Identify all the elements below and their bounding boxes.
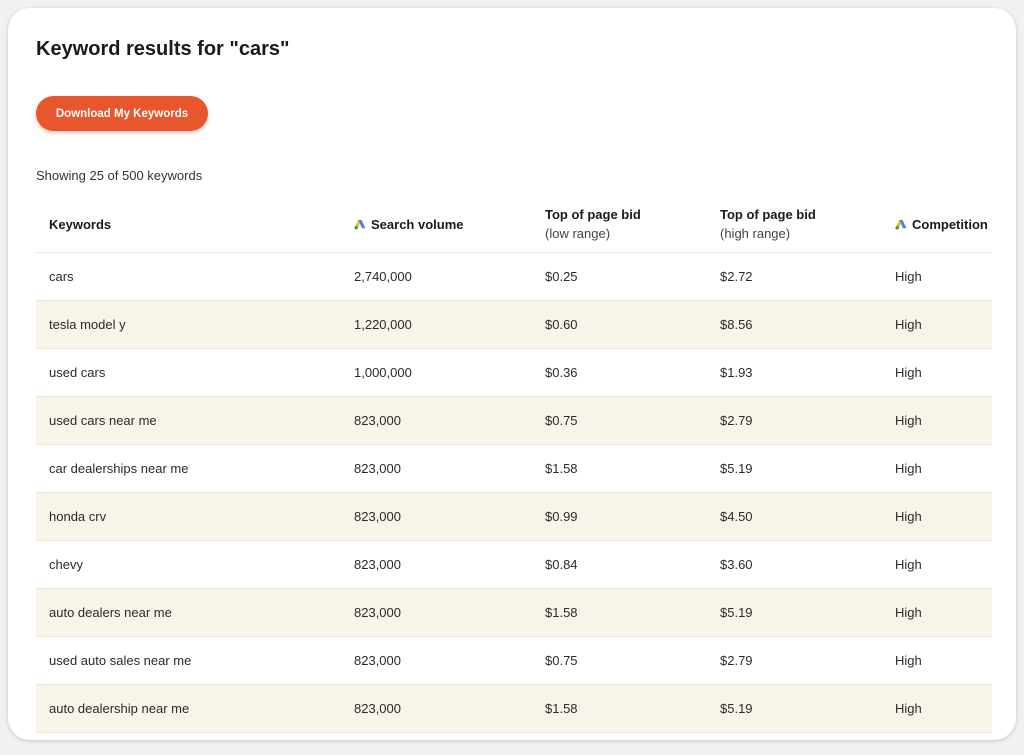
competition-cell: High <box>882 588 992 637</box>
low-bid-cell: $0.75 <box>532 396 707 445</box>
keyword-cell: auto dealers near me <box>36 588 341 637</box>
competition-cell: High <box>882 684 992 733</box>
keyword-results-table: Keywords Search volume Top of page bid (… <box>36 196 992 733</box>
download-keywords-button[interactable]: Download My Keywords <box>36 96 208 131</box>
keyword-cell: chevy <box>36 540 341 589</box>
low-bid-cell: $1.58 <box>532 684 707 733</box>
high-bid-cell: $3.60 <box>707 540 882 589</box>
table-row: cars 2,740,000 $0.25 $2.72 High <box>36 252 992 301</box>
header-low-bid-sub: (low range) <box>545 226 611 241</box>
results-count: Showing 25 of 500 keywords <box>36 168 203 183</box>
competition-cell: High <box>882 396 992 445</box>
high-bid-cell: $2.79 <box>707 636 882 685</box>
search-volume-cell: 823,000 <box>341 684 532 733</box>
header-high-bid[interactable]: Top of page bid (high range) <box>707 196 882 253</box>
header-competition[interactable]: Competition <box>882 196 992 253</box>
header-search-volume-label: Search volume <box>371 216 464 232</box>
table-row: auto dealership near me 823,000 $1.58 $5… <box>36 684 992 733</box>
low-bid-cell: $1.58 <box>532 444 707 493</box>
google-ads-icon <box>354 219 366 229</box>
header-keywords-label: Keywords <box>49 216 112 232</box>
high-bid-cell: $4.50 <box>707 492 882 541</box>
search-volume-cell: 823,000 <box>341 540 532 589</box>
header-keywords[interactable]: Keywords <box>36 196 341 253</box>
header-high-bid-title: Top of page bid <box>720 207 816 222</box>
table-row: used cars 1,000,000 $0.36 $1.93 High <box>36 348 992 397</box>
competition-cell: High <box>882 348 992 397</box>
table-row: honda crv 823,000 $0.99 $4.50 High <box>36 492 992 541</box>
low-bid-cell: $0.99 <box>532 492 707 541</box>
low-bid-cell: $0.75 <box>532 636 707 685</box>
competition-cell: High <box>882 636 992 685</box>
search-volume-cell: 823,000 <box>341 636 532 685</box>
competition-cell: High <box>882 252 992 301</box>
high-bid-cell: $2.72 <box>707 252 882 301</box>
table-header-row: Keywords Search volume Top of page bid (… <box>36 196 992 253</box>
keyword-cell: auto dealership near me <box>36 684 341 733</box>
search-volume-cell: 2,740,000 <box>341 252 532 301</box>
header-low-bid-title: Top of page bid <box>545 207 641 222</box>
keyword-results-card: Keyword results for "cars" Download My K… <box>8 8 1016 740</box>
high-bid-cell: $8.56 <box>707 300 882 349</box>
search-volume-cell: 823,000 <box>341 492 532 541</box>
keyword-cell: car dealerships near me <box>36 444 341 493</box>
high-bid-cell: $2.79 <box>707 396 882 445</box>
high-bid-cell: $5.19 <box>707 444 882 493</box>
table-row: auto dealers near me 823,000 $1.58 $5.19… <box>36 588 992 637</box>
table-row: car dealerships near me 823,000 $1.58 $5… <box>36 444 992 493</box>
low-bid-cell: $1.58 <box>532 588 707 637</box>
search-volume-cell: 823,000 <box>341 396 532 445</box>
high-bid-cell: $5.19 <box>707 684 882 733</box>
header-competition-label: Competition <box>912 216 988 232</box>
header-high-bid-sub: (high range) <box>720 226 791 241</box>
header-low-bid[interactable]: Top of page bid (low range) <box>532 196 707 253</box>
competition-cell: High <box>882 300 992 349</box>
keyword-cell: tesla model y <box>36 300 341 349</box>
keyword-cell: used cars <box>36 348 341 397</box>
table-row: used auto sales near me 823,000 $0.75 $2… <box>36 636 992 685</box>
search-volume-cell: 823,000 <box>341 444 532 493</box>
low-bid-cell: $0.36 <box>532 348 707 397</box>
header-search-volume[interactable]: Search volume <box>341 196 532 253</box>
high-bid-cell: $1.93 <box>707 348 882 397</box>
keyword-cell: used cars near me <box>36 396 341 445</box>
keyword-cell: cars <box>36 252 341 301</box>
competition-cell: High <box>882 444 992 493</box>
search-volume-cell: 1,220,000 <box>341 300 532 349</box>
google-ads-icon <box>895 219 907 229</box>
low-bid-cell: $0.25 <box>532 252 707 301</box>
search-volume-cell: 823,000 <box>341 588 532 637</box>
page-title: Keyword results for "cars" <box>36 38 290 60</box>
keyword-cell: honda crv <box>36 492 341 541</box>
competition-cell: High <box>882 492 992 541</box>
search-volume-cell: 1,000,000 <box>341 348 532 397</box>
low-bid-cell: $0.84 <box>532 540 707 589</box>
table-row: used cars near me 823,000 $0.75 $2.79 Hi… <box>36 396 992 445</box>
keyword-cell: used auto sales near me <box>36 636 341 685</box>
table-row: tesla model y 1,220,000 $0.60 $8.56 High <box>36 300 992 349</box>
table-row: chevy 823,000 $0.84 $3.60 High <box>36 540 992 589</box>
low-bid-cell: $0.60 <box>532 300 707 349</box>
high-bid-cell: $5.19 <box>707 588 882 637</box>
competition-cell: High <box>882 540 992 589</box>
